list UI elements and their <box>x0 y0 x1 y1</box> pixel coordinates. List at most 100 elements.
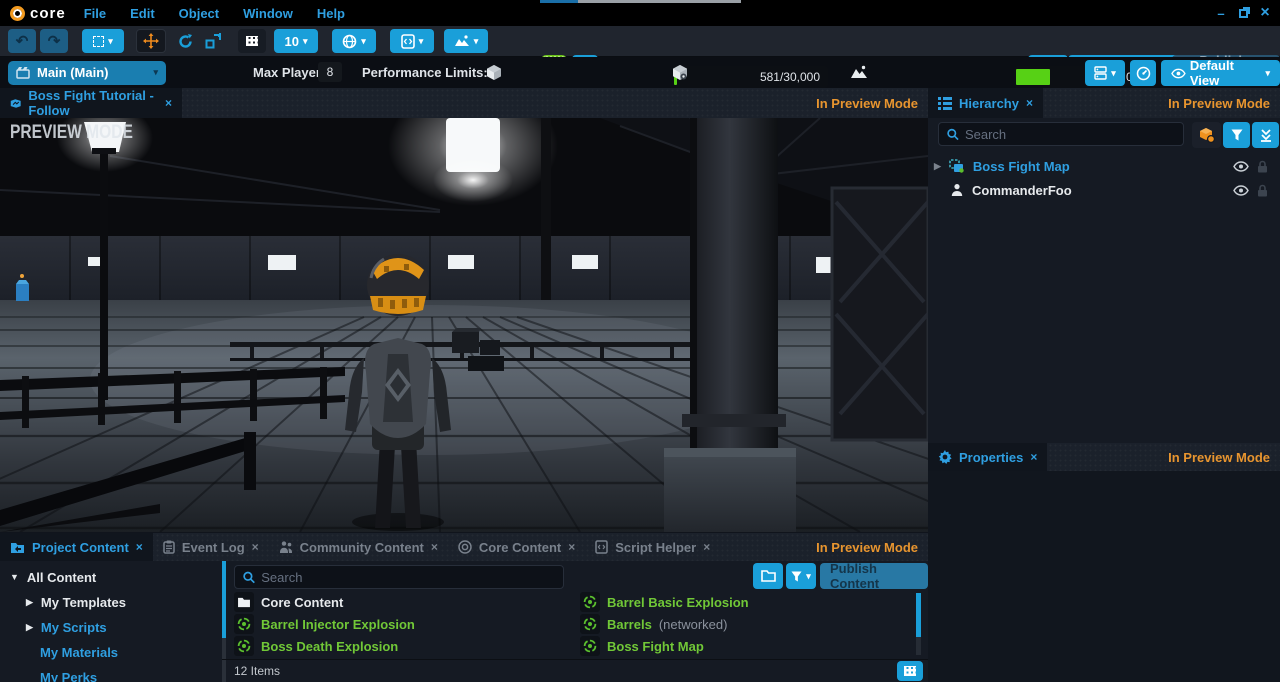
tree-collapsed-icon[interactable]: ▶ <box>26 622 33 633</box>
gear-icon <box>938 450 952 464</box>
performance-gauge-button[interactable] <box>1130 60 1156 86</box>
undo-button[interactable]: ↶ <box>8 29 36 53</box>
publish-content-button[interactable]: Publish Content <box>820 563 928 589</box>
menu-help[interactable]: Help <box>317 6 345 21</box>
tree-my-scripts[interactable]: ▶ My Scripts <box>26 617 107 637</box>
content-scrollbar-thumb[interactable] <box>916 593 921 637</box>
tree-my-materials[interactable]: My Materials <box>40 642 118 662</box>
terrain-tools-dropdown[interactable]: ▾ <box>444 29 488 53</box>
viewport-canvas[interactable]: PREVIEW MODE <box>0 118 928 532</box>
menu-edit[interactable]: Edit <box>130 6 155 21</box>
tab-label: Project Content <box>32 540 129 555</box>
tab-script-helper[interactable]: Script Helper × <box>585 533 720 561</box>
caret-down-icon: ▾ <box>361 37 366 46</box>
tab-close[interactable]: × <box>568 540 575 554</box>
hierarchy-tabbar: Hierarchy × In Preview Mode <box>928 88 1280 118</box>
grid-view-icon <box>904 666 916 676</box>
tree-my-perks[interactable]: My Perks <box>40 667 97 682</box>
tree-scrollbar-thumb[interactable] <box>222 561 226 638</box>
viewport-tab-close[interactable]: × <box>165 96 172 110</box>
restore-icon <box>1239 9 1248 18</box>
redo-button[interactable]: ↷ <box>40 29 68 53</box>
viewport-tab[interactable]: Boss Fight Tutorial - Follow × <box>0 88 182 118</box>
template-icon <box>237 639 251 653</box>
tree-my-templates[interactable]: ▶ My Templates <box>26 592 126 612</box>
tab-close[interactable]: × <box>431 540 438 554</box>
window-minimize-button[interactable]: – <box>1212 6 1230 21</box>
rotate-tool-button[interactable] <box>172 29 198 53</box>
content-item-label: Barrel Injector Explosion <box>261 617 415 632</box>
menu-object[interactable]: Object <box>179 6 219 21</box>
selection-marquee-icon <box>93 36 104 47</box>
window-close-button[interactable]: × <box>1256 4 1274 22</box>
tab-core-content[interactable]: Core Content × <box>448 533 585 561</box>
grid-view-button[interactable] <box>897 661 923 681</box>
core-logo-text: core <box>30 5 66 22</box>
template-icon <box>583 617 597 631</box>
properties-tab[interactable]: Properties × <box>928 443 1047 471</box>
hierarchy-search[interactable] <box>938 122 1184 146</box>
content-item-core-content[interactable]: Core Content <box>234 591 343 613</box>
content-item-boss-death-explosion[interactable]: Boss Death Explosion <box>234 635 398 657</box>
content-item-barrel-basic-explosion[interactable]: Barrel Basic Explosion <box>580 591 749 613</box>
world-settings-dropdown[interactable]: ▾ <box>332 29 376 53</box>
collapse-all-button[interactable] <box>1252 122 1279 148</box>
lock-icon[interactable] <box>1257 184 1268 197</box>
menu-file[interactable]: File <box>84 6 106 21</box>
tab-close[interactable]: × <box>136 540 143 554</box>
caret-down-icon: ▾ <box>303 37 308 46</box>
tree-expanded-icon[interactable]: ▼ <box>10 572 19 582</box>
tab-close[interactable]: × <box>252 540 259 554</box>
hierarchy-search-input[interactable] <box>965 127 1175 142</box>
max-players-value[interactable]: 8 <box>318 62 342 82</box>
map-object-icon <box>949 159 965 173</box>
hierarchy-tab-close[interactable]: × <box>1026 96 1033 110</box>
hierarchy-tab[interactable]: Hierarchy × <box>928 88 1043 118</box>
tab-project-content[interactable]: Project Content × <box>0 533 153 561</box>
tab-event-log[interactable]: Event Log × <box>153 533 269 561</box>
tree-label: All Content <box>27 570 96 585</box>
content-filter-dropdown[interactable]: ▾ <box>786 563 816 589</box>
hierarchy-row-commanderfoo[interactable]: CommanderFoo <box>934 180 1274 200</box>
tab-close[interactable]: × <box>703 540 710 554</box>
content-item-barrel-injector-explosion[interactable]: Barrel Injector Explosion <box>234 613 415 635</box>
default-view-dropdown[interactable]: Default View ▾ <box>1161 60 1280 86</box>
content-item-boss-fight-map[interactable]: Boss Fight Map <box>580 635 704 657</box>
select-tool-button[interactable]: ▾ <box>82 29 124 53</box>
community-content-icon <box>279 540 293 554</box>
object-count-meter: 581/30,000 <box>672 66 828 88</box>
tree-collapsed-icon[interactable]: ▶ <box>26 597 33 608</box>
visibility-eye-icon[interactable] <box>1233 161 1249 172</box>
content-scrollbar-track[interactable] <box>916 593 921 655</box>
expand-caret-icon[interactable]: ▶ <box>934 161 941 172</box>
new-folder-button[interactable] <box>753 563 783 589</box>
properties-tab-close[interactable]: × <box>1030 450 1037 464</box>
scale-icon <box>205 33 221 49</box>
scene-selector-dropdown[interactable]: Main (Main) ▾ <box>8 61 166 85</box>
hierarchy-preview-badge: In Preview Mode <box>1168 88 1270 118</box>
titlebar: core File Edit Object Window Help – × <box>0 0 1280 26</box>
content-preview-badge: In Preview Mode <box>816 533 918 561</box>
window-restore-button[interactable] <box>1234 6 1252 21</box>
move-tool-button[interactable] <box>136 29 166 53</box>
hierarchy-filter-button[interactable] <box>1223 122 1250 148</box>
save-options-dropdown[interactable]: ▾ <box>1085 60 1125 86</box>
script-tools-dropdown[interactable]: ▾ <box>390 29 434 53</box>
snap-to-grid-button[interactable] <box>238 29 266 53</box>
menu-window[interactable]: Window <box>243 6 293 21</box>
hierarchy-row-boss-fight-map[interactable]: ▶ Boss Fight Map <box>934 156 1274 176</box>
hierarchy-item-label: Boss Fight Map <box>973 159 1225 174</box>
content-search[interactable] <box>234 565 564 589</box>
core-logo: core <box>10 5 66 22</box>
scale-tool-button[interactable] <box>200 29 226 53</box>
visibility-eye-icon[interactable] <box>1233 185 1249 196</box>
tab-community-content[interactable]: Community Content × <box>269 533 448 561</box>
content-search-input[interactable] <box>261 570 555 585</box>
content-item-barrels[interactable]: Barrels (networked) <box>580 613 727 635</box>
globe-icon <box>342 34 357 49</box>
grid-size-dropdown[interactable]: 10 ▾ <box>274 29 318 53</box>
group-select-mode-button[interactable] <box>1192 122 1221 148</box>
tree-all-content[interactable]: ▼ All Content <box>10 567 96 587</box>
lock-icon[interactable] <box>1257 160 1268 173</box>
folder-icon <box>761 570 776 582</box>
